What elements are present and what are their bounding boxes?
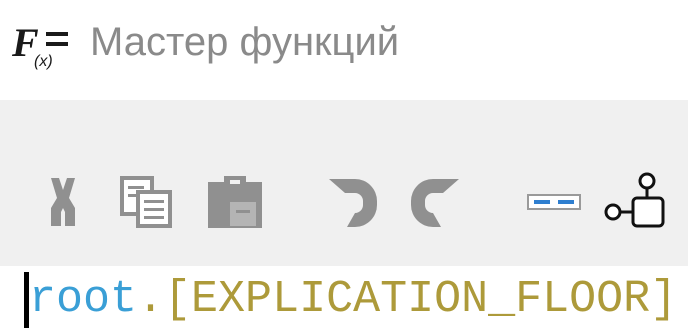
token-field: [EXPLICATION_FLOOR] bbox=[164, 274, 678, 325]
object-tree-button[interactable] bbox=[602, 170, 672, 236]
cut-button[interactable] bbox=[36, 172, 90, 232]
undo-icon bbox=[325, 179, 377, 227]
function-fx-icon: F (x) bbox=[11, 20, 68, 70]
editor-toolbar bbox=[0, 100, 688, 266]
copy-icon bbox=[120, 176, 172, 228]
tree-icon bbox=[604, 172, 665, 228]
token-root: root bbox=[29, 274, 138, 325]
title-bar: F (x) Мастер функций bbox=[0, 0, 688, 100]
formula-editor[interactable]: root.[EXPLICATION_FLOOR] bbox=[0, 266, 688, 336]
redo-icon bbox=[411, 179, 463, 227]
formula-text[interactable]: root.[EXPLICATION_FLOOR] bbox=[29, 270, 677, 330]
copy-button[interactable] bbox=[116, 172, 178, 232]
scissors-icon bbox=[51, 178, 75, 226]
function-wizard-window: F (x) Мастер функций root.[EXPLICATION_F… bbox=[0, 0, 688, 336]
clipboard-icon bbox=[208, 176, 262, 228]
undo-button[interactable] bbox=[320, 172, 382, 232]
redo-button[interactable] bbox=[406, 172, 468, 232]
placeholder-icon bbox=[527, 194, 581, 210]
token-dot: . bbox=[137, 274, 165, 325]
svg-text:(x): (x) bbox=[34, 53, 53, 70]
insert-placeholder-button[interactable] bbox=[522, 172, 586, 232]
paste-button[interactable] bbox=[202, 172, 268, 232]
window-title: Мастер функций bbox=[90, 20, 400, 64]
